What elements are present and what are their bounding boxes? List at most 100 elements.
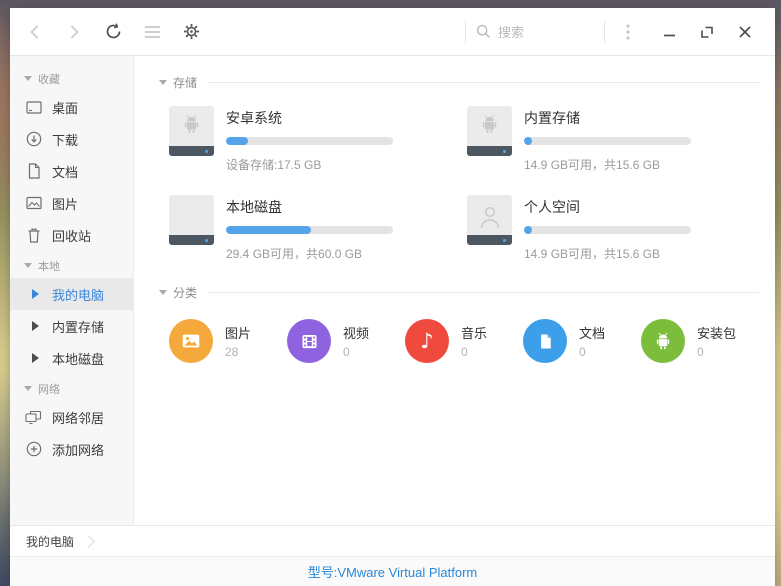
refresh-icon	[106, 23, 120, 39]
toolbar-divider	[604, 20, 605, 43]
music-note-glyph: ♪	[420, 328, 434, 353]
device-model-text: 型号:VMware Virtual Platform	[307, 565, 478, 580]
hamburger-menu-icon	[144, 25, 160, 38]
sidebar: 收藏 桌面 下载 文档 图片 回收站 本地 我的电脑 内置存储 本地磁盘 网络 …	[10, 56, 134, 525]
category-count: 28	[225, 345, 239, 359]
kebab-menu-icon	[626, 23, 630, 40]
gear-icon	[183, 23, 199, 40]
sidebar-item-label: 我的电脑	[52, 287, 105, 303]
search-placeholder: 搜索	[498, 25, 525, 40]
category-label: 音乐	[461, 326, 488, 341]
collapse-triangle-icon	[159, 80, 167, 85]
drive-strip	[169, 146, 214, 156]
android-drive-icon	[467, 106, 512, 156]
forward-button[interactable]	[61, 19, 87, 45]
music-icon: ♪	[405, 319, 449, 363]
drive-led	[503, 149, 506, 153]
sidebar-item-label: 桌面	[52, 100, 79, 116]
section-label: 分类	[173, 286, 198, 300]
category-count: 0	[579, 345, 586, 359]
drive-strip	[467, 146, 512, 156]
sidebar-item-local-disk[interactable]: 本地磁盘	[10, 342, 133, 374]
category-packages[interactable]: 安装包 0	[641, 319, 759, 363]
section-label: 网络	[38, 383, 60, 396]
storage-detail: 14.9 GB可用，共15.6 GB	[524, 158, 661, 172]
category-count: 0	[343, 345, 350, 359]
sidebar-item-internal-storage[interactable]: 内置存储	[10, 310, 133, 342]
drive-led	[205, 149, 208, 153]
more-options-button[interactable]	[615, 19, 641, 45]
storage-item-android-system[interactable]: 安卓系统 设备存储:17.5 GB	[169, 106, 467, 173]
category-music[interactable]: ♪ 音乐 0	[405, 319, 523, 363]
category-label: 视频	[343, 326, 370, 341]
section-label: 存储	[173, 76, 198, 90]
drive-strip	[467, 235, 512, 245]
apk-icon	[641, 319, 685, 363]
document-icon	[25, 163, 42, 180]
storage-item-internal-storage[interactable]: 内置存储 14.9 GB可用，共15.6 GB	[467, 106, 765, 173]
storage-name: 本地磁盘	[226, 199, 282, 215]
section-rule	[207, 292, 759, 293]
sidebar-section-network[interactable]: 网络	[10, 376, 133, 401]
sidebar-item-downloads[interactable]: 下载	[10, 123, 133, 155]
expand-triangle-icon	[25, 350, 42, 367]
drive-led	[503, 238, 506, 242]
search-input[interactable]: 搜索	[476, 22, 594, 41]
sidebar-item-label: 本地磁盘	[52, 351, 105, 367]
breadcrumb-item-my-computer[interactable]: 我的电脑	[10, 526, 82, 556]
back-icon	[30, 24, 39, 39]
sidebar-item-documents[interactable]: 文档	[10, 155, 133, 187]
sidebar-item-desktop[interactable]: 桌面	[10, 91, 133, 123]
sidebar-item-recycle-bin[interactable]: 回收站	[10, 219, 133, 251]
categories-section-header[interactable]: 分类	[159, 284, 759, 301]
sidebar-item-label: 添加网络	[52, 442, 105, 458]
section-label: 本地	[38, 260, 60, 273]
image-icon	[25, 195, 42, 212]
refresh-button[interactable]	[100, 19, 126, 45]
breadcrumb-label: 我的电脑	[26, 534, 75, 549]
status-bar: 型号:VMware Virtual Platform	[10, 556, 775, 586]
storage-name: 个人空间	[524, 199, 580, 215]
download-icon	[25, 131, 42, 148]
category-documents[interactable]: 文档 0	[523, 319, 641, 363]
videos-icon	[287, 319, 331, 363]
storage-usage-bar	[226, 137, 393, 145]
restore-button[interactable]	[693, 18, 721, 46]
storage-item-personal-space[interactable]: 个人空间 14.9 GB可用，共15.6 GB	[467, 195, 765, 262]
category-videos[interactable]: 视频 0	[287, 319, 405, 363]
storage-item-local-disk[interactable]: 本地磁盘 29.4 GB可用，共60.0 GB	[169, 195, 467, 262]
sidebar-item-my-computer[interactable]: 我的电脑	[10, 278, 133, 310]
sidebar-item-pictures[interactable]: 图片	[10, 187, 133, 219]
sidebar-item-label: 回收站	[52, 228, 92, 244]
storage-grid: 安卓系统 设备存储:17.5 GB 内置存储 14.9 GB可用，共15.6 G…	[169, 106, 759, 262]
sidebar-item-network-neighbors[interactable]: 网络邻居	[10, 401, 133, 433]
back-button[interactable]	[22, 19, 48, 45]
category-pictures[interactable]: 图片 28	[169, 319, 287, 363]
settings-button[interactable]	[178, 19, 204, 45]
documents-icon	[523, 319, 567, 363]
sidebar-section-local[interactable]: 本地	[10, 253, 133, 278]
sidebar-item-label: 文档	[52, 164, 79, 180]
category-label: 文档	[579, 326, 606, 341]
storage-usage-bar	[524, 137, 691, 145]
menu-button[interactable]	[139, 19, 165, 45]
desktop-icon	[25, 99, 42, 116]
collapse-triangle-icon	[24, 386, 32, 391]
forward-icon	[70, 24, 79, 39]
sidebar-section-favorites[interactable]: 收藏	[10, 66, 133, 91]
category-label: 图片	[225, 326, 252, 341]
breadcrumb-bar: 我的电脑	[10, 525, 775, 556]
add-circle-icon	[25, 441, 42, 458]
sidebar-item-add-network[interactable]: 添加网络	[10, 433, 133, 465]
storage-section-header[interactable]: 存储	[159, 74, 759, 91]
category-row: 图片 28 视频 0 ♪ 音乐 0 文档 0 安装包 0	[169, 319, 759, 363]
trash-icon	[25, 227, 42, 244]
storage-usage-fill	[524, 226, 533, 234]
minimize-button[interactable]	[655, 18, 683, 46]
close-button[interactable]	[731, 18, 759, 46]
storage-usage-fill	[524, 137, 533, 145]
android-drive-icon	[169, 106, 214, 156]
sidebar-item-label: 下载	[52, 132, 79, 148]
close-icon	[739, 25, 751, 38]
storage-usage-bar	[524, 226, 691, 234]
